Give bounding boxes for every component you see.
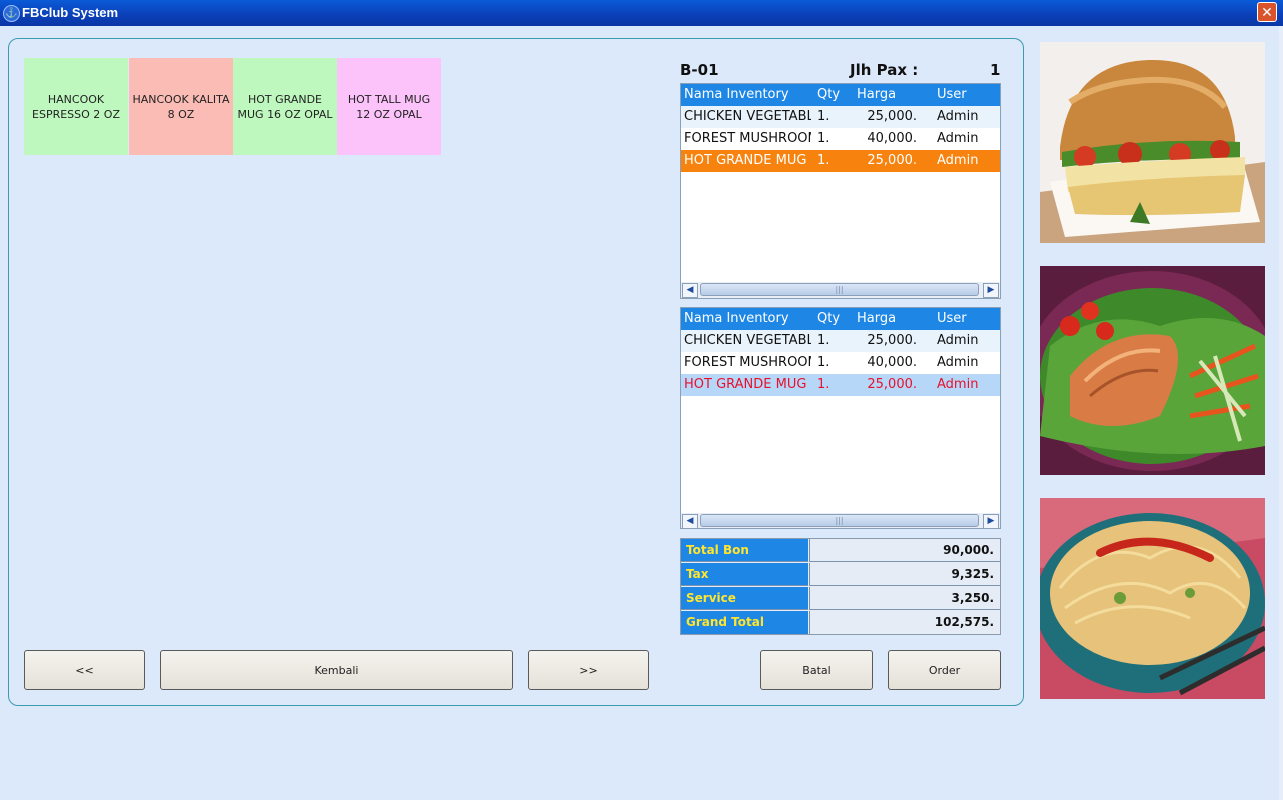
cell-price: 25,000. xyxy=(867,109,917,124)
cell-user: Admin xyxy=(937,153,979,168)
total-label: Total Bon xyxy=(681,539,808,562)
tax-label: Tax xyxy=(681,563,808,586)
menu-tile-3[interactable]: HOT TALL MUG 12 OZ OPAL xyxy=(337,58,441,155)
cell-name: CHICKEN VEGETABLE xyxy=(684,333,811,348)
cell-qty: 1. xyxy=(817,377,830,392)
table-number: B-01 xyxy=(680,61,719,79)
service-row: Service 3,250. xyxy=(681,587,1000,611)
food-photo-salmon xyxy=(1040,266,1265,475)
tax-row: Tax 9,325. xyxy=(681,563,1000,587)
cell-user: Admin xyxy=(937,377,979,392)
table-row[interactable]: CHICKEN VEGETABLE 1. 25,000. Admin xyxy=(681,330,1000,352)
grand-total-label: Grand Total xyxy=(681,611,808,634)
table-row-highlighted[interactable]: HOT GRANDE MUG 1. 25,000. Admin xyxy=(681,374,1000,396)
cell-price: 40,000. xyxy=(867,355,917,370)
scroll-left-icon[interactable]: ◀ xyxy=(682,283,698,298)
food-photo-sandwich xyxy=(1040,42,1265,243)
cell-qty: 1. xyxy=(817,131,830,146)
order-grid-current[interactable]: Nama Inventory Qty Harga User CHICKEN VE… xyxy=(680,83,1001,299)
total-row: Total Bon 90,000. xyxy=(681,539,1000,563)
cell-price: 25,000. xyxy=(867,333,917,348)
cell-user: Admin xyxy=(937,355,979,370)
back-button[interactable]: Kembali xyxy=(160,650,513,690)
cell-name: FOREST MUSHROOM xyxy=(684,131,811,146)
col-qty-header[interactable]: Qty xyxy=(817,311,840,326)
cell-user: Admin xyxy=(937,109,979,124)
col-price-header[interactable]: Harga xyxy=(857,87,896,102)
totals-table: Total Bon 90,000. Tax 9,325. Service 3,2… xyxy=(680,538,1001,635)
tax-value: 9,325. xyxy=(809,563,1000,586)
pax-value: 1 xyxy=(990,61,1001,79)
cell-qty: 1. xyxy=(817,333,830,348)
table-row[interactable]: FOREST MUSHROOM 1. 40,000. Admin xyxy=(681,352,1000,374)
window-edge xyxy=(1279,26,1283,800)
food-photo-noodles xyxy=(1040,498,1265,699)
menu-tile-0[interactable]: HANCOOK ESPRESSO 2 OZ xyxy=(24,58,128,155)
cell-name: HOT GRANDE MUG xyxy=(684,377,807,392)
grand-total-value: 102,575. xyxy=(809,611,1000,634)
prev-page-button[interactable]: << xyxy=(24,650,145,690)
col-qty-header[interactable]: Qty xyxy=(817,87,840,102)
cancel-button[interactable]: Batal xyxy=(760,650,873,690)
col-name-header[interactable]: Nama Inventory xyxy=(684,87,811,102)
cell-name: CHICKEN VEGETABLE xyxy=(684,109,811,124)
table-row[interactable]: CHICKEN VEGETABLE 1. 25,000. Admin xyxy=(681,106,1000,128)
cell-name: HOT GRANDE MUG xyxy=(684,153,807,168)
cell-price: 25,000. xyxy=(867,153,917,168)
scroll-thumb[interactable]: ||| xyxy=(700,283,979,296)
total-value: 90,000. xyxy=(809,539,1000,562)
service-label: Service xyxy=(681,587,808,610)
col-name-header[interactable]: Nama Inventory xyxy=(684,311,811,326)
col-user-header[interactable]: User xyxy=(937,311,967,326)
title-bar: ⚓ FBClub System ✕ xyxy=(0,0,1283,26)
window-title: FBClub System xyxy=(22,5,119,20)
scroll-right-icon[interactable]: ▶ xyxy=(983,283,999,298)
close-button[interactable]: ✕ xyxy=(1257,2,1277,22)
close-icon: ✕ xyxy=(1261,5,1273,21)
scroll-thumb[interactable]: ||| xyxy=(700,514,979,527)
horizontal-scrollbar[interactable]: ◀ ||| ▶ xyxy=(681,513,1000,528)
scroll-right-icon[interactable]: ▶ xyxy=(983,514,999,528)
scroll-left-icon[interactable]: ◀ xyxy=(682,514,698,528)
menu-tile-1[interactable]: HANCOOK KALITA 8 OZ xyxy=(129,58,233,155)
col-user-header[interactable]: User xyxy=(937,87,967,102)
order-button[interactable]: Order xyxy=(888,650,1001,690)
service-value: 3,250. xyxy=(809,587,1000,610)
cell-qty: 1. xyxy=(817,153,830,168)
menu-tile-2[interactable]: HOT GRANDE MUG 16 OZ OPAL xyxy=(233,58,337,155)
grid-header: Nama Inventory Qty Harga User xyxy=(681,84,1000,106)
next-page-button[interactable]: >> xyxy=(528,650,649,690)
cell-price: 40,000. xyxy=(867,131,917,146)
pax-label: Jlh Pax : xyxy=(850,61,919,79)
table-row[interactable]: FOREST MUSHROOM 1. 40,000. Admin xyxy=(681,128,1000,150)
grid-header: Nama Inventory Qty Harga User xyxy=(681,308,1000,330)
cell-name: FOREST MUSHROOM xyxy=(684,355,811,370)
order-grid-saved[interactable]: Nama Inventory Qty Harga User CHICKEN VE… xyxy=(680,307,1001,529)
table-row-selected[interactable]: HOT GRANDE MUG 1. 25,000. Admin xyxy=(681,150,1000,172)
app-icon: ⚓ xyxy=(3,5,20,22)
cell-qty: 1. xyxy=(817,355,830,370)
cell-user: Admin xyxy=(937,131,979,146)
cell-price: 25,000. xyxy=(867,377,917,392)
grand-total-row: Grand Total 102,575. xyxy=(681,611,1000,635)
col-price-header[interactable]: Harga xyxy=(857,311,896,326)
horizontal-scrollbar[interactable]: ◀ ||| ▶ xyxy=(681,282,1000,298)
cell-user: Admin xyxy=(937,333,979,348)
cell-qty: 1. xyxy=(817,109,830,124)
